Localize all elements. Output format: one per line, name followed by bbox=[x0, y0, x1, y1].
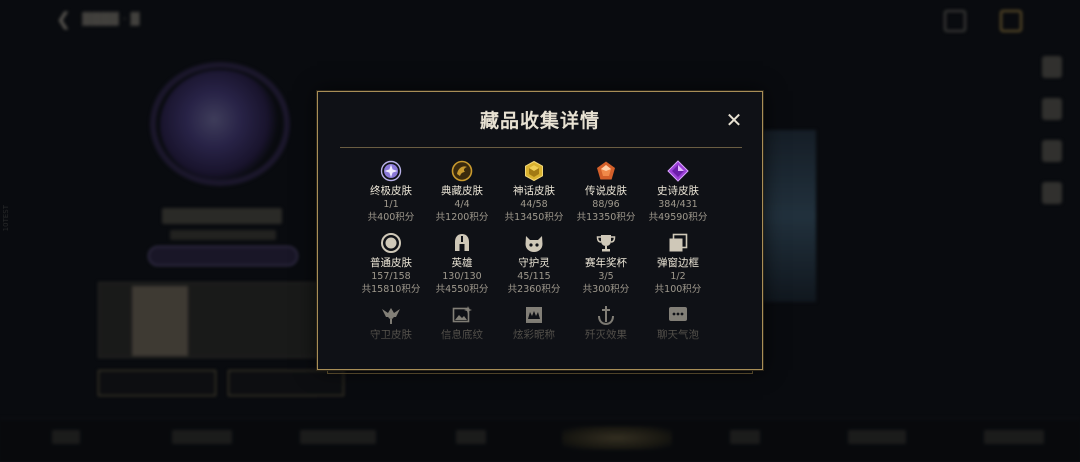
collection-item-count: 384/431 bbox=[658, 199, 698, 210]
collection-item-name: 赛年奖杯 bbox=[585, 257, 627, 269]
collection-item-name: 英雄 bbox=[451, 257, 473, 269]
collection-item-name: 终极皮肤 bbox=[370, 185, 412, 197]
collection-item-name: 弹窗边框 bbox=[657, 257, 699, 269]
collection-item-count: 4/4 bbox=[454, 199, 470, 210]
collection-item-name: 传说皮肤 bbox=[585, 185, 627, 197]
collection-item[interactable]: 信息底纹 bbox=[426, 304, 498, 342]
collection-item[interactable]: 英雄 130/130 共4550积分 bbox=[426, 232, 498, 296]
collection-item-points: 共49590积分 bbox=[648, 212, 708, 223]
mythic-skin-icon bbox=[523, 160, 545, 182]
collection-details-modal: 藏品收集详情 ✕ 终极皮肤 1/1 共400积分 典藏皮肤 4/4 共1200积分 神话皮肤… bbox=[317, 91, 763, 370]
collection-item-points: 共100积分 bbox=[654, 284, 702, 295]
collection-item-points: 共2360积分 bbox=[507, 284, 561, 295]
collection-item-count: 45/115 bbox=[517, 271, 551, 282]
elimination-effect-icon bbox=[595, 304, 617, 326]
popup-frame-icon bbox=[667, 232, 689, 254]
collection-item-name: 歼灭效果 bbox=[585, 329, 627, 341]
collection-item-points: 共1200积分 bbox=[435, 212, 489, 223]
collection-item-count: 1/2 bbox=[670, 271, 686, 282]
collection-item[interactable]: 终极皮肤 1/1 共400积分 bbox=[355, 160, 427, 224]
collection-item-name: 典藏皮肤 bbox=[441, 185, 483, 197]
standard-skin-icon bbox=[380, 232, 402, 254]
collection-item-name: 普通皮肤 bbox=[370, 257, 412, 269]
collection-item[interactable]: 普通皮肤 157/158 共15810积分 bbox=[355, 232, 427, 296]
collection-item-count: 1/1 bbox=[383, 199, 399, 210]
collection-item[interactable]: 守卫皮肤 bbox=[355, 304, 427, 342]
collection-item[interactable]: 赛年奖杯 3/5 共300积分 bbox=[570, 232, 642, 296]
ward-skin-icon bbox=[380, 304, 402, 326]
collection-item-points: 共13450积分 bbox=[504, 212, 564, 223]
collection-item-count: 3/5 bbox=[598, 271, 614, 282]
collection-item-name: 信息底纹 bbox=[441, 329, 483, 341]
collection-item-count: 88/96 bbox=[592, 199, 620, 210]
collection-item[interactable]: 传说皮肤 88/96 共13350积分 bbox=[570, 160, 642, 224]
collection-item-points: 共13350积分 bbox=[576, 212, 636, 223]
collection-item-name: 史诗皮肤 bbox=[657, 185, 699, 197]
collection-item-points: 共300积分 bbox=[582, 284, 630, 295]
prestige-skin-icon bbox=[451, 160, 473, 182]
epic-skin-icon bbox=[667, 160, 689, 182]
collection-item-count: 157/158 bbox=[371, 271, 411, 282]
collection-item[interactable]: 歼灭效果 bbox=[570, 304, 642, 342]
collection-item-name: 神话皮肤 bbox=[513, 185, 555, 197]
collection-item-count: 44/58 bbox=[520, 199, 548, 210]
collection-item[interactable]: 神话皮肤 44/58 共13450积分 bbox=[498, 160, 570, 224]
collection-item-points: 共15810积分 bbox=[361, 284, 421, 295]
collection-grid: 终极皮肤 1/1 共400积分 典藏皮肤 4/4 共1200积分 神话皮肤 44/58 共134… bbox=[318, 92, 762, 369]
collection-item[interactable]: 弹窗边框 1/2 共100积分 bbox=[642, 232, 714, 296]
trophy-icon bbox=[595, 232, 617, 254]
collection-item[interactable]: 守护灵 45/115 共2360积分 bbox=[498, 232, 570, 296]
collection-item[interactable]: 典藏皮肤 4/4 共1200积分 bbox=[426, 160, 498, 224]
legendary-skin-icon bbox=[595, 160, 617, 182]
collection-item[interactable]: 炫彩昵称 bbox=[498, 304, 570, 342]
chat-bubble-icon bbox=[667, 304, 689, 326]
collection-item[interactable]: 史诗皮肤 384/431 共49590积分 bbox=[642, 160, 714, 224]
ultimate-skin-icon bbox=[380, 160, 402, 182]
champion-helmet-icon bbox=[451, 232, 473, 254]
collection-item-name: 守护灵 bbox=[518, 257, 550, 269]
collection-item-count: 130/130 bbox=[442, 271, 482, 282]
chroma-name-icon bbox=[523, 304, 545, 326]
collection-item-name: 聊天气泡 bbox=[657, 329, 699, 341]
collection-item-points: 共4550积分 bbox=[435, 284, 489, 295]
collection-item[interactable]: 聊天气泡 bbox=[642, 304, 714, 342]
collection-item-points: 共400积分 bbox=[367, 212, 415, 223]
collection-item-name: 炫彩昵称 bbox=[513, 329, 555, 341]
guardian-icon bbox=[523, 232, 545, 254]
collection-item-name: 守卫皮肤 bbox=[370, 329, 412, 341]
info-banner-icon bbox=[451, 304, 473, 326]
